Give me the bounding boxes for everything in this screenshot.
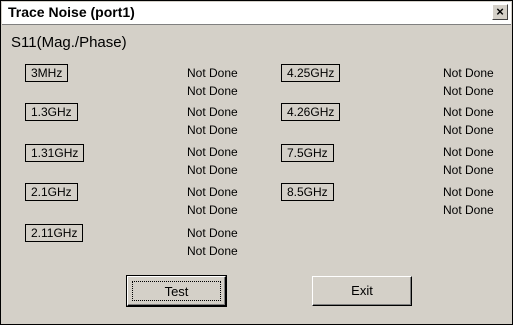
status-1-3ghz-2: Not Done xyxy=(187,123,238,137)
status-1-31ghz-2: Not Done xyxy=(187,163,238,177)
freq-label-4-25ghz: 4.25GHz xyxy=(281,64,341,82)
test-button-label: Test xyxy=(132,281,221,301)
freq-label-1-31ghz: 1.31GHz xyxy=(25,144,85,162)
freq-label-2-1ghz: 2.1GHz xyxy=(25,183,78,201)
freq-label-7-5ghz: 7.5GHz xyxy=(281,144,334,162)
status-8-5ghz-2: Not Done xyxy=(443,203,494,217)
window-title: Trace Noise (port1) xyxy=(8,4,135,20)
status-4-25ghz-2: Not Done xyxy=(443,84,494,98)
status-2-11ghz-2: Not Done xyxy=(187,244,238,258)
freq-label-2-11ghz: 2.11GHz xyxy=(25,224,84,242)
status-4-25ghz-1: Not Done xyxy=(443,66,494,80)
test-button[interactable]: Test xyxy=(126,275,227,307)
close-button[interactable]: × xyxy=(492,4,508,20)
status-3mhz-1: Not Done xyxy=(187,66,238,80)
status-4-26ghz-1: Not Done xyxy=(443,105,494,119)
measurement-label: S11(Mag./Phase) xyxy=(11,34,127,51)
status-4-26ghz-2: Not Done xyxy=(443,123,494,137)
freq-label-3mhz: 3MHz xyxy=(25,64,69,82)
close-icon: × xyxy=(496,4,504,19)
title-bar: Trace Noise (port1) × xyxy=(2,2,511,25)
status-8-5ghz-1: Not Done xyxy=(443,185,494,199)
status-7-5ghz-1: Not Done xyxy=(443,145,494,159)
freq-label-1-3ghz: 1.3GHz xyxy=(25,103,78,121)
freq-label-4-26ghz: 4.26GHz xyxy=(281,103,341,121)
status-2-11ghz-1: Not Done xyxy=(187,226,238,240)
trace-noise-dialog: Trace Noise (port1) × S11(Mag./Phase) 3M… xyxy=(0,0,513,325)
freq-label-8-5ghz: 8.5GHz xyxy=(281,183,334,201)
status-7-5ghz-2: Not Done xyxy=(443,163,494,177)
status-1-3ghz-1: Not Done xyxy=(187,105,238,119)
status-1-31ghz-1: Not Done xyxy=(187,145,238,159)
status-2-1ghz-1: Not Done xyxy=(187,185,238,199)
status-3mhz-2: Not Done xyxy=(187,84,238,98)
exit-button[interactable]: Exit xyxy=(312,276,412,306)
status-2-1ghz-2: Not Done xyxy=(187,203,238,217)
exit-button-label: Exit xyxy=(351,283,373,298)
